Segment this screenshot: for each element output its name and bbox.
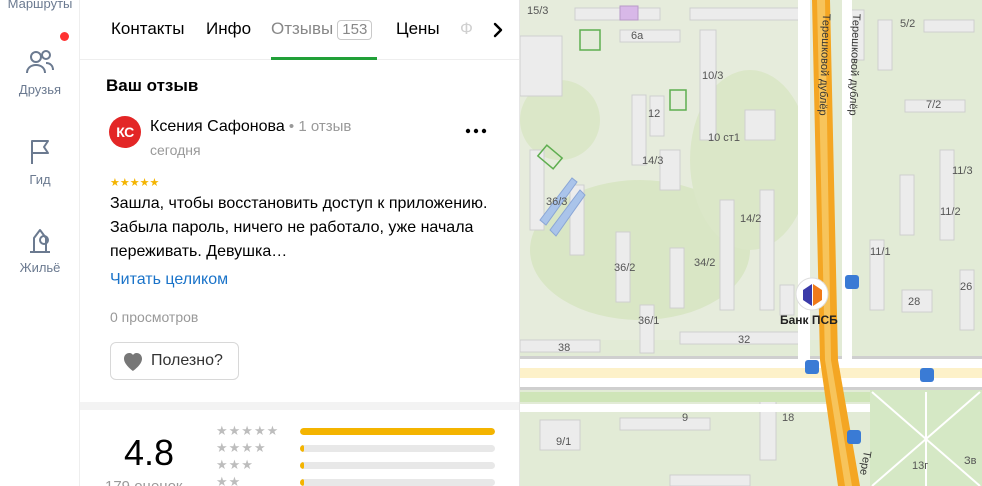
heart-icon	[124, 353, 142, 371]
building-number-label: 14/3	[642, 155, 664, 167]
building-number-label: 7/2	[926, 99, 942, 111]
map-view[interactable]: 15/3 6а 5/2 10/3 7/2 12 10 ст1 14/3 11/3 36/3 14/2…	[520, 0, 982, 486]
rail-friends-label: Друзья	[18, 82, 62, 97]
views-count: 0 просмотров	[110, 309, 199, 325]
tab-contacts[interactable]: Контакты	[111, 19, 184, 39]
rail-guide-label: Гид	[29, 172, 51, 187]
rating-row-stars: ★★★★	[216, 440, 267, 455]
building-number-label: 28	[908, 296, 921, 308]
rating-row: ★★	[216, 475, 496, 486]
tab-reviews-label: Отзывы	[271, 19, 334, 38]
rating-row-stars: ★★	[216, 474, 242, 486]
building-number-label: 32	[738, 334, 751, 346]
review-text: Зашла, чтобы восстановить доступ к прило…	[110, 195, 488, 260]
building-number-label: 36/1	[638, 315, 660, 327]
tab-next-partial[interactable]: Ф	[460, 19, 473, 39]
useful-label: Полезно?	[151, 352, 223, 369]
author-name: Ксения Сафонова	[150, 118, 285, 135]
notification-dot	[60, 32, 69, 41]
place-panel: Контакты Инфо Отзывы 153 Цены Ф Ваш отзыв…	[80, 0, 520, 486]
building-number-label: 10/3	[702, 70, 724, 82]
section-divider	[80, 402, 519, 410]
rating-row: ★★★★★	[216, 424, 496, 441]
building-number-label: 11/1	[870, 246, 891, 258]
rating-row: ★★★★	[216, 441, 496, 458]
building-number-label: 13г	[912, 460, 929, 472]
rating-count: 179 оценок	[105, 478, 183, 486]
building-number-label: 5/2	[900, 18, 916, 30]
building-number-label: 15/3	[527, 5, 549, 17]
rail-housing-label: Жильё	[19, 260, 61, 275]
rail-item-routes[interactable]: Маршруты	[0, 0, 80, 11]
building-number-label: 10 ст1	[708, 132, 740, 144]
building-number-label: 9	[682, 412, 689, 424]
rail-item-housing[interactable]: Жильё	[0, 224, 80, 275]
building-number-label: 26	[960, 281, 973, 293]
author-review-count: • 1 отзыв	[284, 118, 352, 135]
rating-row-stars: ★★★★★	[216, 423, 280, 438]
building-number-label: 11/3	[952, 165, 973, 177]
flag-icon	[31, 140, 49, 164]
rating-bar-fill	[300, 479, 304, 486]
rating-bar-track	[300, 445, 495, 452]
review-author[interactable]: Ксения Сафонова • 1 отзыв	[150, 118, 351, 136]
building-number-label: 18	[782, 412, 795, 424]
useful-button[interactable]: Полезно?	[110, 342, 239, 380]
rail-routes-label: Маршруты	[7, 0, 73, 11]
rail-item-guide[interactable]: Гид	[0, 136, 80, 187]
friends-icon	[26, 50, 54, 74]
tab-info[interactable]: Инфо	[206, 19, 251, 39]
tab-bar: Контакты Инфо Отзывы 153 Цены Ф	[80, 0, 519, 60]
rating-bar-track	[300, 479, 495, 486]
building-number-label: 6а	[631, 30, 644, 42]
chevron-right-icon[interactable]	[488, 20, 508, 40]
review-stars: ★★★★★	[110, 177, 160, 189]
building-number-label: 9/1	[556, 436, 572, 448]
building-number-label: 11/2	[940, 206, 961, 218]
tab-prices[interactable]: Цены	[396, 19, 440, 39]
rating-distribution: ★★★★★ ★★★★ ★★★ ★★	[216, 424, 496, 486]
left-nav-rail: Маршруты Друзья Гид Жильё	[0, 0, 80, 486]
rating-bar-fill	[300, 428, 495, 435]
rating-bar-track	[300, 428, 495, 435]
building-number-label: 12	[648, 108, 661, 120]
rating-value: 4.8	[124, 432, 175, 473]
read-more-link[interactable]: Читать целиком	[110, 271, 228, 289]
rating-row-stars: ★★★	[216, 457, 254, 472]
reviews-count-badge: 153	[337, 20, 373, 40]
building-number-label: 36/3	[546, 196, 568, 208]
avatar[interactable]: КС	[109, 116, 141, 148]
more-options-icon[interactable]	[464, 126, 488, 136]
bank-label[interactable]: Банк ПСБ	[780, 313, 838, 327]
rating-bar-fill	[300, 445, 304, 452]
review-date: сегодня	[150, 142, 201, 158]
active-tab-underline	[271, 57, 377, 60]
building-number-label: 36/2	[614, 262, 636, 274]
building-number-label: 34/2	[694, 257, 716, 269]
rail-item-friends[interactable]: Друзья	[0, 46, 80, 97]
building-number-label: 38	[558, 342, 571, 354]
rating-bar-fill	[300, 462, 304, 469]
rating-bar-track	[300, 462, 495, 469]
rating-row: ★★★	[216, 458, 496, 475]
building-number-label: Зв	[964, 455, 977, 467]
map-canvas	[520, 0, 982, 486]
building-number-label: 14/2	[740, 213, 762, 225]
your-review-title: Ваш отзыв	[106, 76, 199, 95]
housing-icon	[30, 229, 50, 253]
tab-reviews[interactable]: Отзывы 153	[271, 19, 373, 40]
